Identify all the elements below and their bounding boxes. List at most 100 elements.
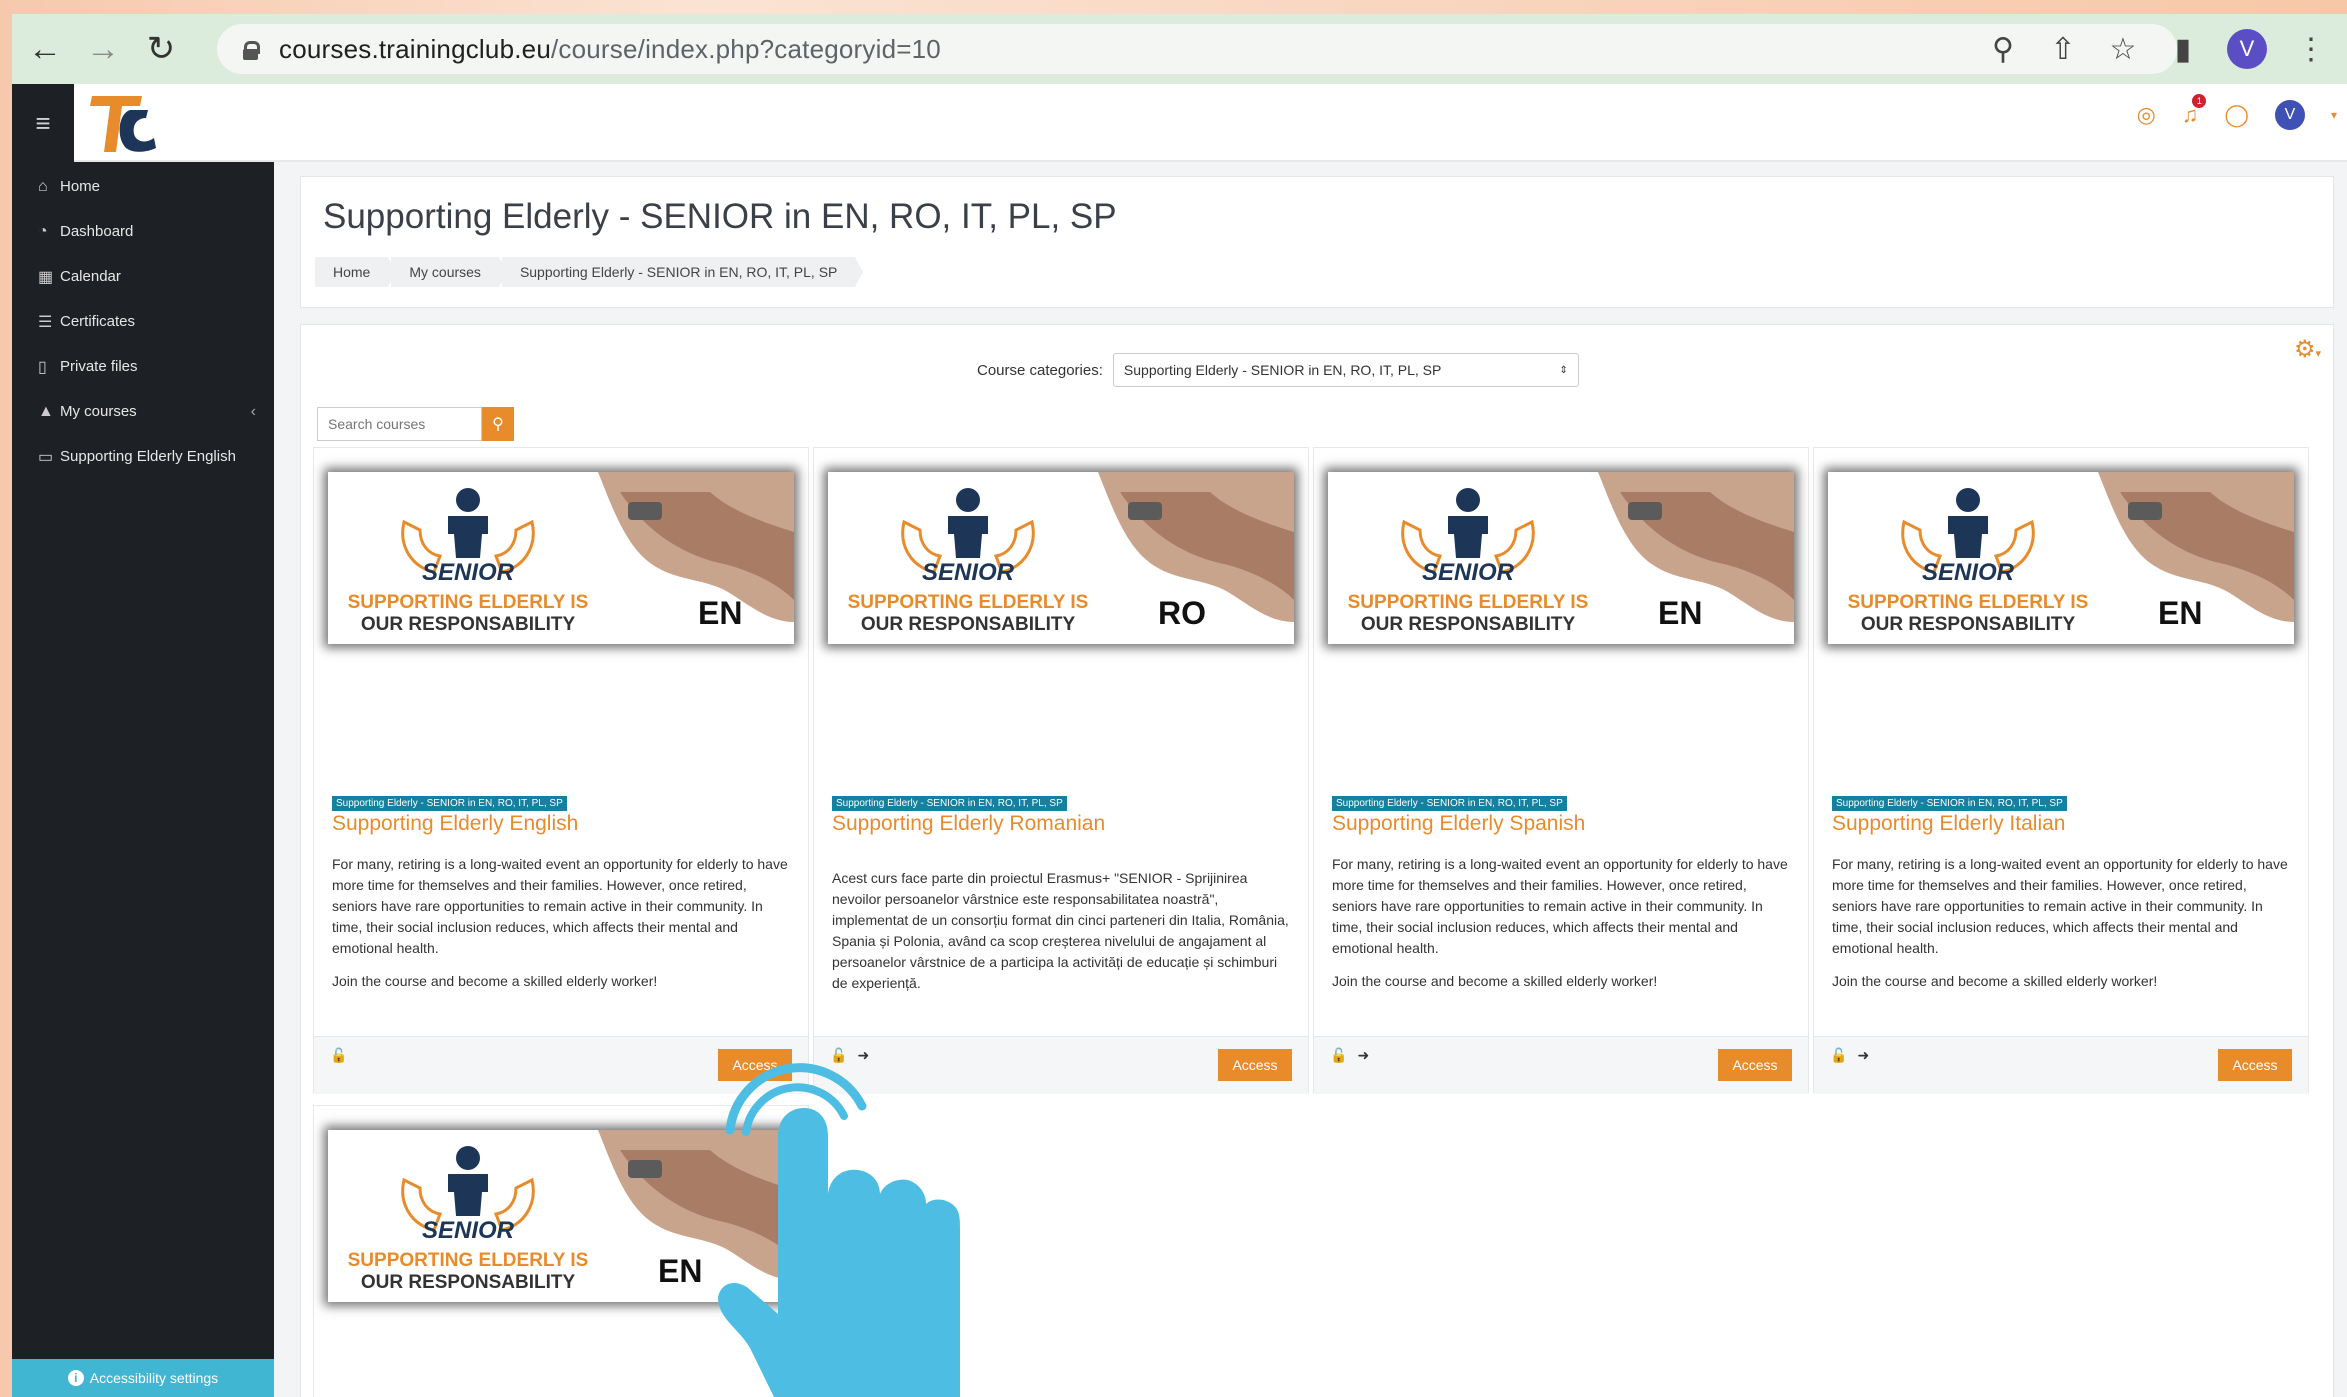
folder-icon: ▭: [38, 448, 54, 466]
profile-avatar[interactable]: V: [2227, 29, 2267, 69]
enrol-icon: ➜: [1857, 1047, 1870, 1063]
breadcrumb-current-category[interactable]: Supporting Elderly - SENIOR in EN, RO, I…: [501, 257, 864, 287]
category-select[interactable]: Supporting Elderly - SENIOR in EN, RO, I…: [1112, 353, 1579, 387]
category-badge: Supporting Elderly - SENIOR in EN, RO, I…: [1332, 796, 1567, 811]
search-button[interactable]: ⚲: [482, 407, 514, 441]
bell-icon[interactable]: ♫ 1: [2182, 94, 2207, 128]
file-icon: ▯: [38, 358, 47, 376]
layers-icon: ☰: [38, 313, 53, 331]
info-icon: i: [67, 1370, 84, 1386]
calendar-icon: ▦: [38, 268, 54, 286]
bookmark-star-icon[interactable]: ☆: [2107, 32, 2139, 67]
enrol-icon: ➜: [1357, 1047, 1370, 1063]
course-summary: For many, retiring is a long-waited even…: [1832, 856, 2288, 989]
course-footer: 🔓 ➜ Access: [1314, 1036, 1808, 1094]
share-icon[interactable]: ⇧: [2047, 32, 2079, 67]
kebab-menu-icon[interactable]: ⋮: [2295, 32, 2327, 67]
gauge-icon: ◔: [38, 222, 48, 240]
sidebar-item-my-courses[interactable]: ▲ My courses ‹: [12, 389, 274, 434]
url-text: courses.trainingclub.eu/course/index.php…: [279, 33, 941, 64]
course-footer: 🔓 ➜ Access: [1814, 1036, 2308, 1094]
address-bar[interactable]: courses.trainingclub.eu/course/index.php…: [217, 24, 2177, 74]
course-card: EN Supporting Elderly - SENIOR in EN, RO…: [1313, 447, 1809, 1094]
course-card: RO Supporting Elderly - SENIOR in EN, RO…: [813, 447, 1309, 1094]
access-button[interactable]: Access: [2218, 1049, 2292, 1081]
lock-icon: [243, 40, 260, 60]
course-image[interactable]: EN: [1328, 472, 1794, 644]
reload-icon[interactable]: ↻: [136, 24, 186, 74]
svg-text:RO: RO: [1158, 595, 1206, 631]
sidebar-item-supporting-elderly-english[interactable]: ▭ Supporting Elderly English: [12, 434, 274, 479]
search-input[interactable]: [317, 407, 482, 441]
home-icon: ⌂: [38, 177, 48, 195]
select-arrows-icon: ⇕: [1559, 364, 1568, 376]
course-image[interactable]: EN: [1828, 472, 2294, 644]
search-icon: ⚲: [492, 416, 504, 433]
sidebar-item-private-files[interactable]: ▯ Private files: [12, 344, 274, 389]
pointer-hand-icon: [718, 1063, 960, 1397]
page-header: Supporting Elderly - SENIOR in EN, RO, I…: [300, 176, 2334, 308]
svg-text:EN: EN: [2158, 595, 2202, 631]
back-arrow-icon[interactable]: ←: [20, 24, 70, 74]
svg-text:EN: EN: [698, 595, 742, 631]
category-badge: Supporting Elderly - SENIOR in EN, RO, I…: [1832, 796, 2067, 811]
course-summary: Acest curs face parte din proiectul Eras…: [832, 870, 1289, 991]
sidebar: ⌂ Home ◔ Dashboard ▦ Calendar ☰ Certificates…: [12, 162, 274, 1397]
category-badge: Supporting Elderly - SENIOR in EN, RO, I…: [832, 796, 1067, 811]
chat-icon[interactable]: ◯: [2224, 102, 2249, 128]
senior-banner: EN: [1828, 472, 2294, 644]
course-listing: ⚙▾ Course categories: Supporting Elderly…: [300, 324, 2334, 1397]
hamburger-icon[interactable]: ≡: [12, 84, 74, 162]
forward-arrow-icon[interactable]: →: [78, 24, 128, 74]
svg-text:EN: EN: [658, 1253, 702, 1289]
svg-text:EN: EN: [1658, 595, 1702, 631]
breadcrumb-home[interactable]: Home: [315, 257, 397, 287]
course-card: EN Supporting Elderly - SENIOR in EN, RO…: [1813, 447, 2309, 1094]
course-image[interactable]: RO: [828, 472, 1294, 644]
side-panel-icon[interactable]: ▮: [2167, 32, 2199, 67]
browser-actions: ⚲ ⇧ ☆ ▮ V ⋮: [1987, 24, 2347, 74]
main-region: Supporting Elderly - SENIOR in EN, RO, I…: [274, 162, 2347, 1397]
unlock-icon: 🔓: [1330, 1047, 1348, 1063]
category-label: Course categories:: [977, 361, 1103, 379]
category-badge: Supporting Elderly - SENIOR in EN, RO, I…: [332, 796, 567, 811]
zoom-icon[interactable]: ⚲: [1987, 32, 2019, 67]
sidebar-item-home[interactable]: ⌂ Home: [12, 164, 274, 209]
access-button[interactable]: Access: [1218, 1049, 1292, 1081]
accessibility-settings-button[interactable]: i Accessibility settings: [12, 1359, 274, 1397]
globe-icon[interactable]: ◎: [2137, 102, 2156, 128]
site-topbar: ≡ ◎ ♫ 1 ◯ V ▾: [12, 84, 2347, 162]
category-filter: Course categories: Supporting Elderly - …: [977, 353, 1579, 387]
user-menu-caret-icon[interactable]: ▾: [2331, 108, 2337, 122]
unlock-icon: 🔓: [1830, 1047, 1848, 1063]
breadcrumb-my-courses[interactable]: My courses: [391, 257, 507, 287]
notification-badge: 1: [2192, 94, 2207, 108]
site-logo[interactable]: [82, 88, 162, 160]
senior-banner: RO: [828, 472, 1294, 644]
sidebar-item-certificates[interactable]: ☰ Certificates: [12, 299, 274, 344]
breadcrumb: Home My courses Supporting Elderly - SEN…: [315, 257, 864, 287]
course-image[interactable]: EN: [328, 472, 794, 644]
gear-icon[interactable]: ⚙▾: [2294, 335, 2321, 364]
course-title-link[interactable]: Supporting Elderly Spanish: [1332, 812, 1585, 836]
browser-window: ← → ↻ courses.trainingclub.eu/course/ind…: [12, 14, 2347, 1397]
course-search: ⚲: [317, 407, 514, 441]
course-summary: For many, retiring is a long-waited even…: [1332, 856, 1788, 989]
course-title-link[interactable]: Supporting Elderly Italian: [1832, 812, 2065, 836]
browser-toolbar: ← → ↻ courses.trainingclub.eu/course/ind…: [12, 14, 2347, 84]
course-summary: For many, retiring is a long-waited even…: [332, 856, 788, 989]
course-card: EN Supporting Elderly - SENIOR in EN, RO…: [313, 447, 809, 1094]
access-button[interactable]: Access: [1718, 1049, 1792, 1081]
user-avatar[interactable]: V: [2274, 100, 2305, 130]
graduation-cap-icon: ▲: [38, 402, 54, 420]
unlock-icon: 🔓: [330, 1047, 348, 1063]
course-title-link[interactable]: Supporting Elderly Romanian: [832, 812, 1105, 836]
senior-banner: EN: [1328, 472, 1794, 644]
sidebar-item-calendar[interactable]: ▦ Calendar: [12, 254, 274, 299]
page-title: Supporting Elderly - SENIOR in EN, RO, I…: [323, 197, 1117, 236]
senior-banner: EN: [328, 472, 794, 644]
chevron-left-icon[interactable]: ‹: [251, 403, 256, 421]
topbar-icons: ◎ ♫ 1 ◯ V ▾: [2137, 94, 2337, 130]
course-title-link[interactable]: Supporting Elderly English: [332, 812, 578, 836]
sidebar-item-dashboard[interactable]: ◔ Dashboard: [12, 209, 274, 254]
